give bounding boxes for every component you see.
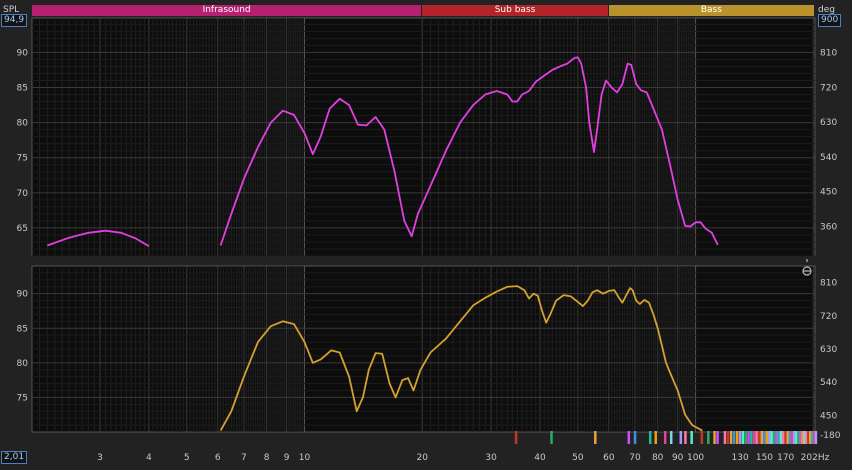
y2-tick-label: 630: [820, 118, 837, 128]
x-tick-label: 20: [417, 453, 429, 463]
marker-tick: [514, 431, 518, 444]
y2-tick-label: 720: [820, 83, 837, 93]
marker-tick: [729, 431, 733, 444]
y2-tick-label: 540: [820, 153, 837, 163]
marker-tick: [627, 431, 631, 444]
marker-tick: [752, 431, 756, 444]
y2-tick-label: 360: [820, 222, 837, 232]
marker-tick: [750, 431, 753, 444]
marker-tick: [814, 431, 818, 444]
x-tick-label: 60: [603, 453, 615, 463]
marker-tick: [723, 431, 727, 444]
marker-tick: [760, 431, 764, 444]
marker-tick: [550, 431, 553, 444]
y2-tick-label: -180: [820, 431, 841, 441]
y-tick-label: 85: [17, 324, 28, 334]
y2-tick-label: 720: [820, 312, 837, 322]
marker-tick: [738, 431, 742, 444]
x-tick-label: 10: [299, 453, 311, 463]
marker-tick: [735, 431, 739, 444]
x-tick-label: 9: [284, 453, 290, 463]
marker-tick: [779, 431, 783, 444]
marker-tick: [782, 431, 785, 444]
y-tick-label: 80: [17, 119, 29, 129]
chart-svg[interactable]: 65707580859036045054063072081075808590-1…: [0, 0, 852, 470]
x-tick-label: 8: [264, 453, 270, 463]
marker-tick: [716, 431, 719, 444]
x-tick-label: 70: [629, 453, 641, 463]
marker-tick: [755, 431, 758, 444]
x-tick-label: 3: [97, 453, 103, 463]
y-tick-label: 75: [17, 393, 28, 403]
marker-tick: [648, 431, 652, 444]
marker-tick: [690, 431, 693, 444]
x-tick-label: 30: [485, 453, 497, 463]
y-tick-label: 85: [17, 84, 28, 94]
marker-tick: [744, 431, 748, 444]
x-tick-label: 90: [672, 453, 684, 463]
x-tick-label: 7: [241, 453, 247, 463]
x-tick-label: 170: [777, 453, 794, 463]
x-tick-label: 50: [572, 453, 584, 463]
y2-tick-label: 450: [820, 411, 837, 421]
marker-tick: [772, 431, 776, 444]
marker-tick: [663, 431, 667, 444]
marker-tick: [594, 431, 597, 444]
x-end-label: 202Hz: [801, 453, 830, 463]
marker-tick: [669, 431, 673, 444]
marker-tick: [707, 431, 710, 444]
y-tick-label: 80: [17, 359, 29, 369]
x-tick-label: 40: [534, 453, 546, 463]
marker-tick: [786, 431, 790, 444]
panel-bottom: 75 80 85 90 -180 450 540 630 720 810: [17, 265, 841, 441]
chart-window: SPL deg 94,9 900 2,01 Infrasound Sub bas…: [0, 0, 852, 470]
marker-tick: [654, 431, 657, 444]
y2-tick-label: 810: [820, 49, 837, 59]
marker-tick: [775, 431, 778, 444]
marker-tick: [770, 431, 773, 444]
y-tick-label: 70: [17, 189, 29, 199]
marker-tick: [777, 431, 781, 444]
y-tick-label: 90: [17, 290, 29, 300]
marker-tick: [679, 431, 683, 444]
marker-tick: [741, 431, 745, 444]
y2-tick-label: 450: [820, 188, 837, 198]
y2-tick-label: 540: [820, 378, 837, 388]
y2-tick-label: 810: [820, 279, 837, 289]
marker-tick: [765, 431, 769, 444]
marker-tick: [726, 431, 730, 444]
marker-tick: [763, 431, 766, 444]
marker-tick: [747, 431, 750, 444]
marker-tick: [788, 431, 792, 444]
x-tick-label: 6: [215, 453, 221, 463]
y-tick-label: 90: [17, 48, 29, 58]
y2-tick-label: 630: [820, 345, 837, 355]
marker-tick: [768, 431, 771, 444]
marker-tick: [732, 431, 736, 444]
marker-tick: [684, 431, 687, 444]
marker-tick: [700, 431, 704, 444]
x-tick-label: 150: [756, 453, 773, 463]
x-tick-label: 4: [146, 453, 152, 463]
y-tick-label: 75: [17, 154, 28, 164]
marker-tick: [784, 431, 787, 444]
x-tick-label: 80: [652, 453, 664, 463]
marker-tick: [633, 431, 637, 444]
marker-tick: [757, 431, 761, 444]
panel-top: 65 70 75 80 85 90 360 450 540 630 720 810: [17, 17, 837, 257]
y-tick-label: 65: [17, 224, 28, 234]
marker-tick: [713, 431, 716, 444]
x-tick-label: 5: [184, 453, 190, 463]
x-tick-label: 130: [732, 453, 749, 463]
x-tick-label: 100: [687, 453, 704, 463]
